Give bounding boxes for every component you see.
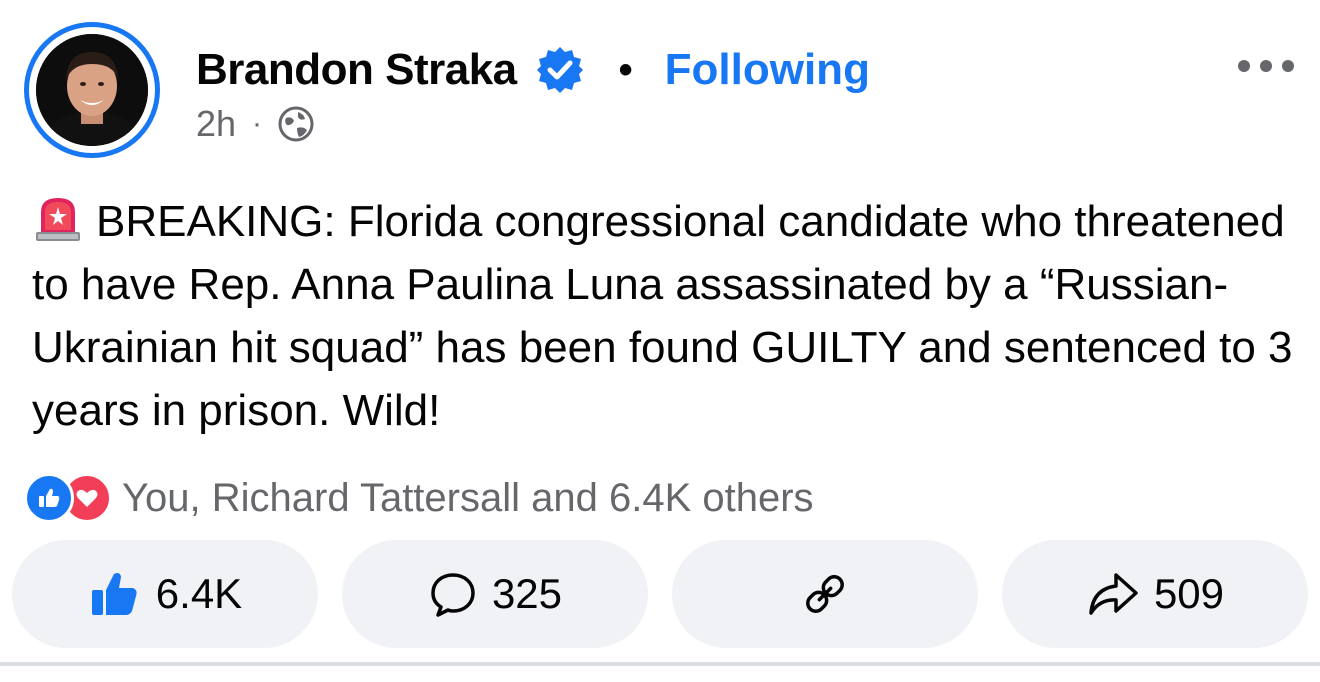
comment-button[interactable]: 325: [342, 540, 648, 648]
share-icon: [1089, 573, 1138, 615]
thumbs-up-icon: [91, 573, 137, 615]
post-divider: [0, 662, 1320, 666]
like-button[interactable]: 6.4K: [12, 540, 318, 648]
link-icon: [806, 575, 844, 613]
post-timestamp[interactable]: 2h: [196, 103, 236, 145]
meta-separator-dot: ·: [252, 107, 263, 140]
globe-icon[interactable]: [278, 106, 314, 142]
post-body: BREAKING: Florida congressional candidat…: [32, 190, 1302, 442]
author-avatar[interactable]: [36, 34, 148, 146]
like-count: 6.4K: [155, 570, 243, 617]
post-actions: 6.4K 325 509: [12, 540, 1308, 648]
author-name[interactable]: Brandon Straka: [196, 45, 517, 95]
verified-badge-icon: [535, 45, 585, 95]
police-siren-icon: [32, 192, 84, 244]
following-button[interactable]: Following: [665, 45, 870, 95]
like-reaction-icon: [24, 473, 74, 523]
share-button[interactable]: 509: [1002, 540, 1308, 648]
reactions-summary-text: You, Richard Tattersall and 6.4K others: [122, 475, 814, 520]
comment-count: 325: [491, 570, 563, 617]
author-avatar-ring[interactable]: [24, 22, 160, 158]
more-options-icon[interactable]: [1238, 48, 1294, 84]
header-separator-dot: •: [618, 47, 633, 92]
copy-link-button[interactable]: [672, 540, 978, 648]
more-dot: [1238, 60, 1250, 72]
more-dot: [1282, 60, 1294, 72]
post-header: Brandon Straka • Following: [196, 40, 870, 100]
reactions-summary[interactable]: You, Richard Tattersall and 6.4K others: [24, 472, 814, 524]
more-dot: [1260, 60, 1272, 72]
comment-icon: [431, 573, 475, 617]
reaction-icons: [24, 473, 112, 523]
post-text: BREAKING: Florida congressional candidat…: [32, 197, 1293, 435]
share-count: 509: [1153, 570, 1225, 617]
post-meta: 2h ·: [196, 102, 314, 146]
